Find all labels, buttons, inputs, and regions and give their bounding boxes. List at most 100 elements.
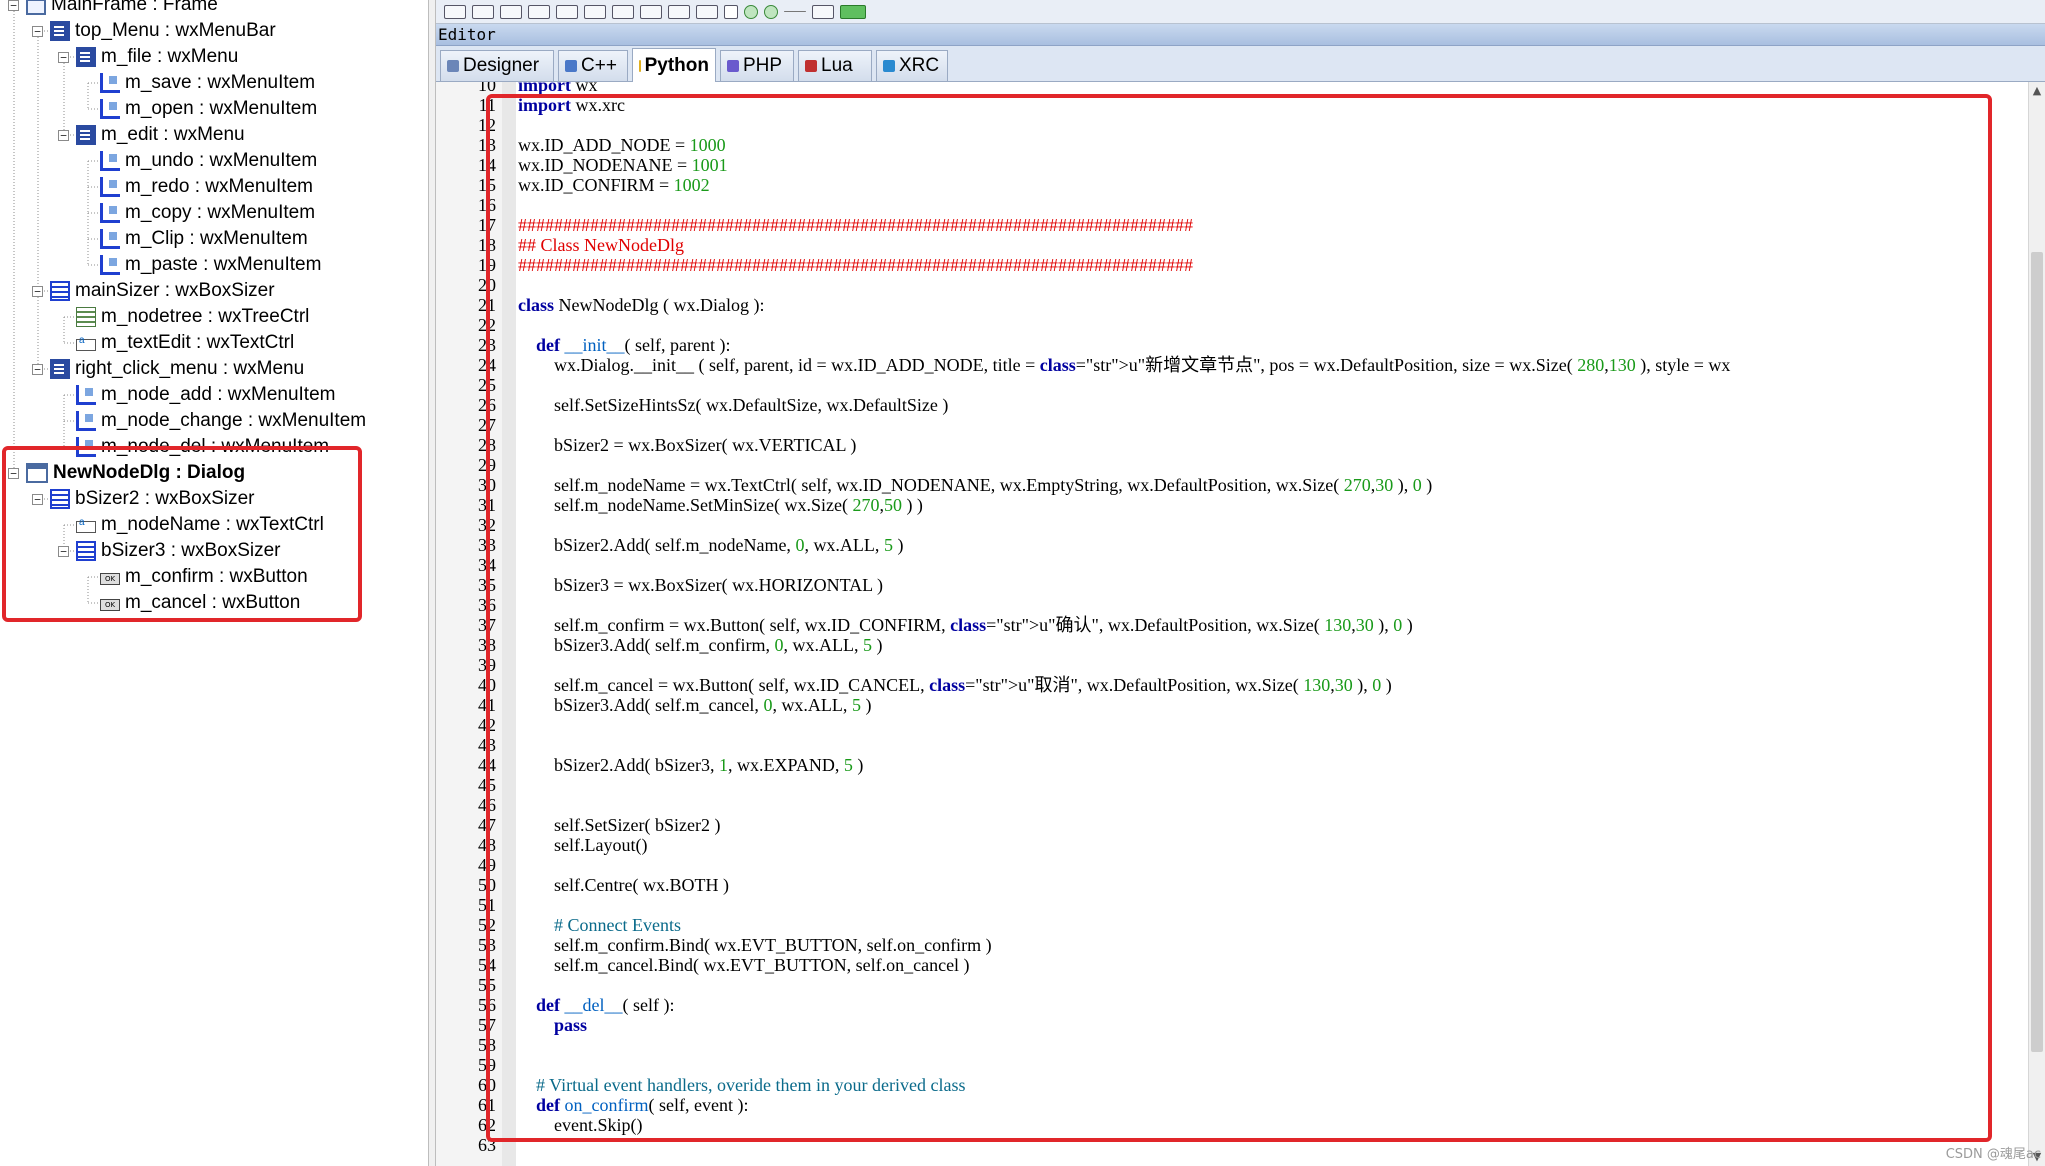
- menuitem-icon: [100, 255, 120, 275]
- line-number: 10: [478, 82, 496, 95]
- tree-node-label: right_click_menu : wxMenu: [75, 358, 305, 379]
- radio-box-tool-icon[interactable]: [744, 4, 758, 19]
- tree-node[interactable]: m_node_add : wxMenuItem: [76, 382, 335, 408]
- tab-label: Designer: [463, 55, 540, 76]
- vertical-scrollbar[interactable]: ▲ ▼: [2028, 82, 2045, 1166]
- tab-label: Lua: [821, 55, 853, 76]
- code-editor[interactable]: 10 11 12 13 14 15 16 17 18 19 20 21 22 23 24 25 26 27 28 29…: [436, 82, 2045, 1166]
- text-ctrl-tool-icon[interactable]: [528, 4, 550, 19]
- choice-tool-icon[interactable]: [612, 4, 634, 19]
- tree-node[interactable]: top_Menu : wxMenuBar: [50, 18, 276, 44]
- bitmap-tool-icon[interactable]: [556, 4, 578, 19]
- tree-highlight-box: [2, 446, 362, 622]
- watermark: CSDN @魂尾ac: [1945, 1147, 2041, 1162]
- menuitem-icon: [76, 385, 96, 405]
- tree-node-label: m_copy : wxMenuItem: [125, 202, 316, 223]
- treectrl-icon: [76, 307, 96, 327]
- tree-node-label: m_paste : wxMenuItem: [125, 254, 322, 275]
- menuitem-icon: [76, 411, 96, 431]
- radio-button-tool-icon[interactable]: [764, 4, 778, 19]
- menuitem-icon: [100, 203, 120, 223]
- tree-node-label: m_undo : wxMenuItem: [125, 150, 318, 171]
- tree-node[interactable]: mainSizer : wxBoxSizer: [50, 278, 275, 304]
- tab-xrc[interactable]: XRC: [876, 50, 948, 81]
- menuitem-icon: [100, 151, 120, 171]
- tree-node[interactable]: m_Clip : wxMenuItem: [100, 226, 308, 252]
- tree-node[interactable]: right_click_menu : wxMenu: [50, 356, 304, 382]
- python-icon: [639, 59, 641, 72]
- menu-icon: [76, 125, 96, 145]
- php-icon: [727, 60, 739, 72]
- tree-node-label: m_redo : wxMenuItem: [125, 176, 313, 197]
- editor-title-bar: Editor: [436, 24, 2045, 46]
- tree-collapse-icon[interactable]: −: [32, 26, 43, 37]
- slider-tool-icon[interactable]: [812, 4, 834, 19]
- combo-box-tool-icon[interactable]: [584, 4, 606, 19]
- designer-icon: [447, 60, 459, 72]
- scrollbar-thumb[interactable]: [2031, 252, 2043, 1052]
- tree-collapse-icon[interactable]: −: [32, 286, 43, 297]
- tree-node[interactable]: m_node_change : wxMenuItem: [76, 408, 366, 434]
- tree-node-label: m_textEdit : wxTextCtrl: [101, 332, 295, 353]
- tree-collapse-icon[interactable]: −: [58, 130, 69, 141]
- tree-collapse-icon[interactable]: −: [32, 364, 43, 375]
- list-ctrl-tool-icon[interactable]: [668, 4, 690, 19]
- tab-cpp[interactable]: C++: [558, 50, 628, 81]
- menu-icon: [50, 359, 70, 379]
- tree-collapse-icon[interactable]: −: [58, 52, 69, 63]
- tree-node-label: m_nodetree : wxTreeCtrl: [101, 306, 310, 327]
- tree-node[interactable]: m_copy : wxMenuItem: [100, 200, 315, 226]
- static-line-tool-icon[interactable]: [784, 11, 806, 12]
- sizer-icon: [50, 281, 70, 301]
- tree-node[interactable]: m_undo : wxMenuItem: [100, 148, 317, 174]
- gauge-tool-icon[interactable]: [840, 4, 866, 19]
- frame-icon: [26, 0, 46, 15]
- tree-node-label: MainFrame : Frame: [51, 0, 218, 15]
- button-tool-icon[interactable]: [444, 4, 466, 19]
- menuitem-icon: [100, 177, 120, 197]
- tree-node[interactable]: m_save : wxMenuItem: [100, 70, 315, 96]
- tree-node[interactable]: m_paste : wxMenuItem: [100, 252, 321, 278]
- menuitem-icon: [100, 99, 120, 119]
- tab-lua[interactable]: Lua: [798, 50, 872, 81]
- tree-node[interactable]: m_file : wxMenu: [76, 44, 238, 70]
- textctrl-icon: [76, 335, 96, 351]
- tree-node[interactable]: MainFrame : Frame: [26, 0, 218, 18]
- menuitem-icon: [100, 229, 120, 249]
- tab-label: C++: [581, 55, 617, 76]
- tree-collapse-icon[interactable]: −: [8, 0, 19, 11]
- tree-node-label: m_Clip : wxMenuItem: [125, 228, 308, 249]
- tab-label: XRC: [899, 55, 940, 76]
- tab-label: PHP: [743, 55, 783, 76]
- menubar-icon: [50, 21, 70, 41]
- tree-node-label: top_Menu : wxMenuBar: [75, 20, 276, 41]
- tab-label: Python: [644, 54, 709, 76]
- tab-php[interactable]: PHP: [720, 50, 794, 81]
- lua-icon: [805, 60, 817, 72]
- object-tree-panel[interactable]: MainFrame : Frame − top_Menu : wxMenuBar − m…: [0, 0, 428, 1166]
- cpp-icon: [565, 60, 577, 72]
- tree-node-label: m_save : wxMenuItem: [125, 72, 316, 93]
- tree-node[interactable]: m_nodetree : wxTreeCtrl: [76, 304, 309, 330]
- tab-python[interactable]: Python: [632, 48, 716, 82]
- tree-node-label: mainSizer : wxBoxSizer: [75, 280, 275, 301]
- tree-node-label: m_node_add : wxMenuItem: [101, 384, 336, 405]
- grid-tool-icon[interactable]: [696, 4, 718, 19]
- xrc-icon: [883, 60, 895, 72]
- tree-node[interactable]: m_redo : wxMenuItem: [100, 174, 313, 200]
- tree-node[interactable]: m_edit : wxMenu: [76, 122, 245, 148]
- list-box-tool-icon[interactable]: [640, 4, 662, 19]
- tree-node-label: m_file : wxMenu: [101, 46, 239, 67]
- tree-node-label: m_edit : wxMenu: [101, 124, 245, 145]
- tab-designer[interactable]: Designer: [440, 50, 554, 81]
- tree-node[interactable]: m_textEdit : wxTextCtrl: [76, 330, 294, 356]
- menu-icon: [76, 47, 96, 67]
- tree-node[interactable]: m_open : wxMenuItem: [100, 96, 317, 122]
- scroll-up-icon[interactable]: ▲: [2031, 84, 2043, 98]
- checkbox-tool-icon[interactable]: [724, 4, 738, 19]
- static-text-tool-icon[interactable]: [500, 4, 522, 19]
- tree-node-label: m_open : wxMenuItem: [125, 98, 318, 119]
- pane-splitter[interactable]: [428, 0, 436, 1166]
- menuitem-icon: [100, 73, 120, 93]
- bitmap-button-tool-icon[interactable]: [472, 4, 494, 19]
